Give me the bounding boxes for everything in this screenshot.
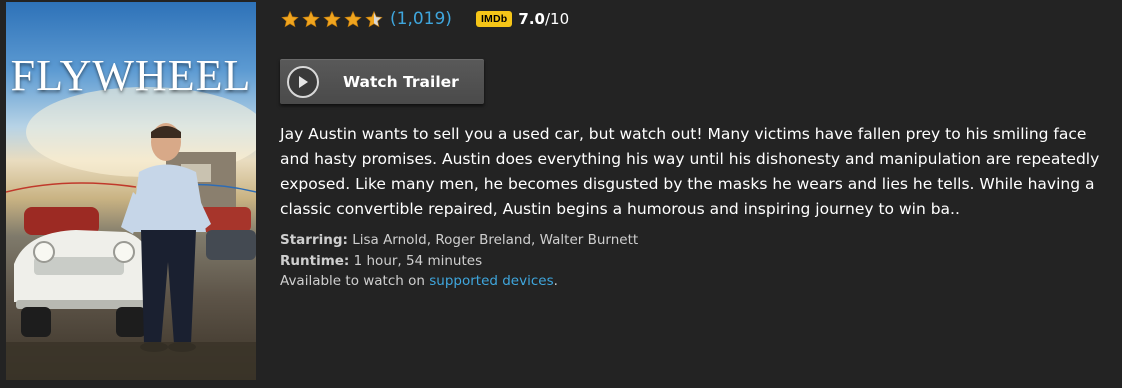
review-count-link[interactable]: (1,019) xyxy=(390,9,452,29)
runtime-label: Runtime: xyxy=(280,252,350,269)
star-full-icon xyxy=(302,10,320,27)
star-rating[interactable] xyxy=(280,10,385,29)
starring-label: Starring: xyxy=(280,232,348,248)
watch-trailer-button[interactable]: Watch Trailer xyxy=(280,59,484,104)
watch-trailer-label: Watch Trailer xyxy=(343,73,459,91)
movie-details: Starring: Lisa Arnold, Roger Breland, Wa… xyxy=(280,230,638,292)
movie-poster[interactable]: FLYWHEEL xyxy=(6,2,256,380)
star-full-icon xyxy=(281,10,299,27)
imdb-badge: IMDb xyxy=(475,11,513,27)
synopsis: Jay Austin wants to sell you a used car,… xyxy=(280,125,1100,218)
star-full-icon xyxy=(323,10,341,27)
availability-text: Available to watch on xyxy=(280,273,425,289)
availability-suffix: . xyxy=(553,273,558,289)
supported-devices-link[interactable]: supported devices xyxy=(429,273,553,289)
imdb-score: 7.0/10 xyxy=(518,10,569,28)
imdb-score-max: /10 xyxy=(544,10,570,28)
rating-row: (1,019) IMDb 7.0/10 xyxy=(280,6,569,32)
runtime-row: Runtime: 1 hour, 54 minutes xyxy=(280,251,638,272)
availability-row: Available to watch on supported devices. xyxy=(280,271,638,292)
play-icon xyxy=(287,66,319,98)
imdb-score-value: 7.0 xyxy=(518,10,545,28)
starring-value: Lisa Arnold, Roger Breland, Walter Burne… xyxy=(352,232,639,248)
poster-title: FLYWHEEL xyxy=(10,51,252,100)
runtime-value: 1 hour, 54 minutes xyxy=(353,252,483,269)
starring-row: Starring: Lisa Arnold, Roger Breland, Wa… xyxy=(280,230,638,251)
star-full-icon xyxy=(344,10,362,27)
movie-detail-page: FLYWHEEL (1,019) IMDb 7.0/10 Watch Trail… xyxy=(0,0,1122,388)
star-half-icon xyxy=(365,10,383,27)
